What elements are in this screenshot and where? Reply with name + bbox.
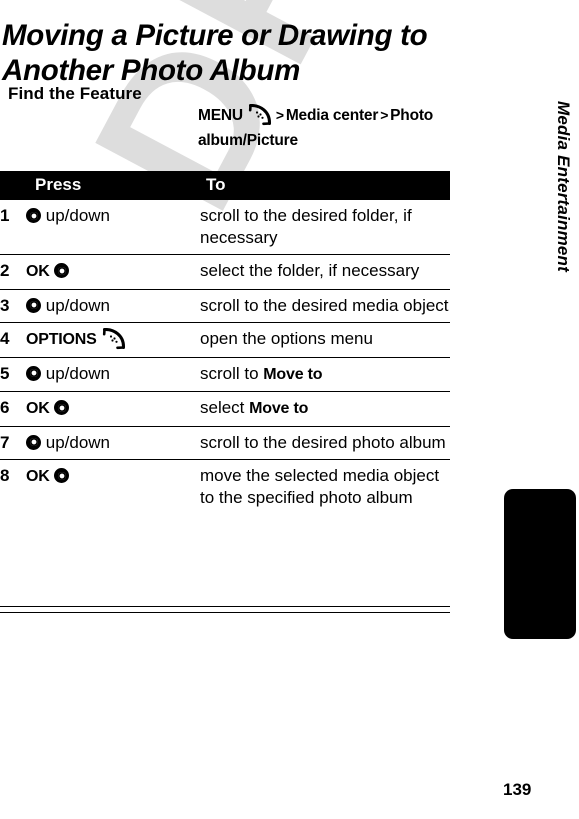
table-row: 4 OPTIONS open the options menu bbox=[0, 322, 450, 358]
press-direction: up/down bbox=[45, 295, 111, 315]
column-header-number bbox=[0, 171, 26, 200]
step-description-prefix: scroll to bbox=[200, 363, 264, 383]
page-title: Moving a Picture or Drawing to Another P… bbox=[2, 18, 428, 87]
press-direction: up/down bbox=[45, 432, 111, 452]
softkey-menu-icon bbox=[247, 104, 273, 126]
nav-key-icon bbox=[26, 434, 41, 450]
chapter-thumb-tab bbox=[504, 489, 576, 639]
softkey-menu-icon bbox=[101, 328, 127, 350]
path-crumb-media-center: Media center bbox=[285, 107, 379, 124]
table-bottom-rule-inner bbox=[0, 612, 450, 613]
steps-table: Press To 1 up/down scroll to the desired… bbox=[0, 171, 450, 514]
step-number: 6 bbox=[0, 391, 26, 427]
step-number: 1 bbox=[0, 200, 26, 255]
step-press: up/down bbox=[26, 289, 200, 323]
step-press: OK bbox=[26, 391, 200, 427]
step-press: OK bbox=[26, 254, 200, 290]
step-number: 2 bbox=[0, 254, 26, 290]
step-description: select the folder, if necessary bbox=[200, 254, 450, 290]
steps-table-head: Press To bbox=[0, 171, 450, 200]
table-bottom-rule-outer bbox=[0, 606, 450, 607]
press-key-label: OK bbox=[26, 400, 50, 417]
table-row: 1 up/down scroll to the desired folder, … bbox=[0, 200, 450, 255]
step-description: scroll to the desired photo album bbox=[200, 426, 450, 460]
step-number: 8 bbox=[0, 466, 10, 485]
page-number: 139 bbox=[503, 780, 532, 799]
step-description: open the options menu bbox=[200, 322, 450, 358]
table-row: 2 OK select the folder, if necessary bbox=[0, 254, 450, 290]
step-press: OPTIONS bbox=[26, 322, 200, 358]
step-press: up/down bbox=[26, 426, 200, 460]
nav-key-icon bbox=[26, 208, 41, 223]
table-row: 3 up/down scroll to the desired media ob… bbox=[0, 289, 450, 323]
step-press: OK bbox=[26, 460, 200, 515]
nav-key-icon bbox=[54, 263, 70, 278]
step-description: move the selected media object to the sp… bbox=[200, 466, 440, 507]
step-description-emphasis: Move to bbox=[249, 400, 309, 417]
step-number: 5 bbox=[0, 357, 26, 392]
step-description-emphasis: Move to bbox=[263, 365, 323, 383]
steps-table-header-row: Press To bbox=[0, 171, 450, 200]
find-the-feature-path: MENU > Media center > Photo album/Picture bbox=[198, 103, 448, 153]
press-direction: up/down bbox=[45, 206, 111, 225]
step-number: 4 bbox=[0, 322, 26, 358]
steps-table-body: 1 up/down scroll to the desired folder, … bbox=[0, 200, 450, 514]
step-press: up/down bbox=[26, 200, 200, 255]
column-header-press: Press bbox=[26, 171, 200, 200]
step-description: select Move to bbox=[200, 391, 450, 427]
step-description: scroll to the desired folder, if necessa… bbox=[200, 200, 450, 255]
menu-key-label: MENU bbox=[198, 107, 243, 124]
chapter-label: Media Entertainment bbox=[554, 101, 573, 272]
path-separator-2: > bbox=[380, 107, 389, 123]
step-description-prefix: select bbox=[200, 398, 250, 417]
nav-key-icon bbox=[54, 400, 70, 415]
press-key-label: OK bbox=[26, 468, 50, 485]
manual-page: Moving a Picture or Drawing to Another P… bbox=[0, 0, 579, 819]
table-row: 7 up/down scroll to the desired photo al… bbox=[0, 426, 450, 460]
press-direction: up/down bbox=[45, 363, 111, 383]
press-key-label: OPTIONS bbox=[26, 331, 97, 348]
nav-key-icon bbox=[26, 365, 41, 381]
table-row: 8 OK move the selected media object to t… bbox=[0, 460, 450, 515]
column-header-to: To bbox=[200, 171, 450, 200]
step-press: up/down bbox=[26, 357, 200, 392]
press-key-label: OK bbox=[26, 263, 50, 280]
step-description: scroll to the desired media object bbox=[200, 289, 450, 323]
path-separator-1: > bbox=[275, 107, 284, 123]
step-number: 3 bbox=[0, 289, 26, 323]
find-the-feature-label: Find the Feature bbox=[8, 84, 142, 103]
table-row: 5 up/down scroll to Move to bbox=[0, 357, 450, 392]
step-number: 7 bbox=[0, 426, 26, 460]
step-description: scroll to Move to bbox=[200, 357, 450, 392]
nav-key-icon bbox=[54, 468, 70, 483]
nav-key-icon bbox=[26, 297, 41, 313]
table-row: 6 OK select Move to bbox=[0, 391, 450, 427]
